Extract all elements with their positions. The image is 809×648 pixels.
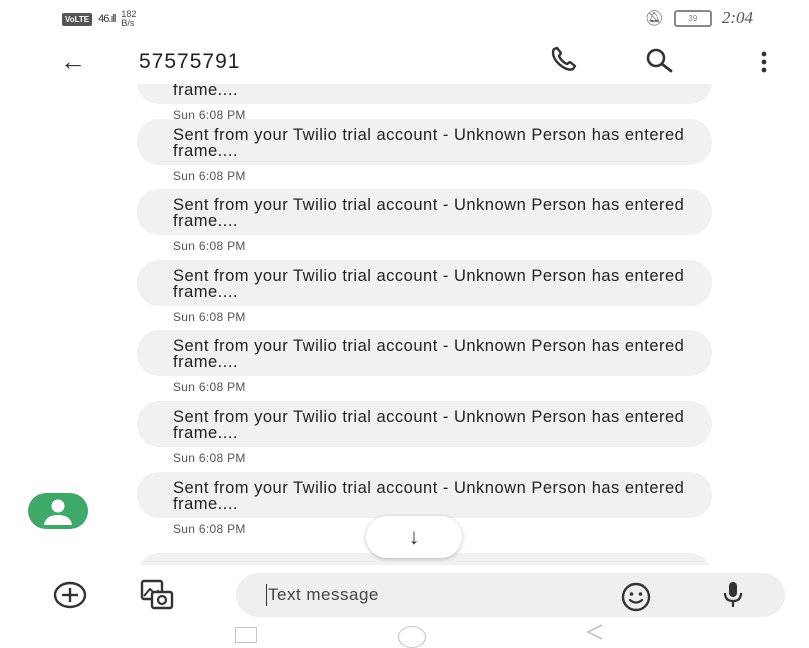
message-time: Sun 6:08 PM [173,239,246,253]
text-cursor [266,584,267,606]
status-left: VoLTE 46.ıll 182 B/s [62,10,136,28]
conversation-title: 57575791 [139,50,241,73]
message-bubble[interactable]: Sent from your Twilio trial account - Un… [137,401,712,447]
message-bubble[interactable]: frame.... [137,84,712,104]
message-item[interactable]: Sent from your Twilio trial account - Un… [137,189,712,253]
message-bubble[interactable]: Sent from your Twilio trial account - Un… [137,260,712,306]
message-bubble[interactable]: Sent from your Twilio trial account - Un… [137,189,712,235]
search-icon[interactable] [644,46,674,76]
status-bar: VoLTE 46.ıll 182 B/s 🔕︎ 39 2:04 [0,0,809,38]
back-nav-icon[interactable] [585,623,605,641]
message-input[interactable] [236,573,785,617]
arrow-left-icon[interactable]: ← [60,46,86,77]
speed-unit: B/s [121,18,135,28]
app-bar: ← 57575791 [0,38,809,84]
message-time: Sun 6:08 PM [173,451,246,465]
mic-icon[interactable] [722,579,744,611]
avatar[interactable] [28,493,88,529]
message-bubble[interactable]: Sent from your Twilio trial account - Un… [137,119,712,165]
battery-icon: 39 [673,9,712,27]
composer [0,565,809,621]
signal-icon: 46.ıll [98,13,116,25]
status-time: 2:04 [721,8,753,27]
add-circle-icon[interactable] [53,581,87,609]
conversation-list[interactable]: frame.... Sun 6:08 PM Sent from your Twi… [0,84,809,564]
message-item[interactable]: Sent from your Twilio trial account - Un… [137,260,712,324]
home-icon[interactable] [398,626,426,648]
arrow-down-icon: ↓ [408,524,420,549]
mute-icon: 🔕︎ [644,10,664,27]
phone-icon[interactable] [549,46,581,74]
gallery-camera-icon[interactable] [140,579,174,611]
message-bubble[interactable]: Sent from your Twilio trial account - Un… [137,330,712,376]
message-time: Sun 6:08 PM [173,310,246,324]
network-speed: 182 B/s [121,10,136,28]
status-right: 🔕︎ 39 2:04 [645,8,753,28]
more-vert-icon[interactable] [760,50,768,74]
system-nav-bar [0,621,809,648]
scroll-to-bottom-button[interactable]: ↓ [366,516,462,558]
person-icon [44,499,72,525]
emoji-icon[interactable] [620,581,652,613]
message-item[interactable]: Sent from your Twilio trial account - Un… [137,401,712,465]
message-item[interactable]: Sent from your Twilio trial account - Un… [137,119,712,183]
message-item[interactable]: Sent from your Twilio trial account - Un… [137,330,712,394]
message-item[interactable]: frame.... Sun 6:08 PM [137,84,712,122]
volte-badge: VoLTE [62,12,93,26]
message-time: Sun 6:08 PM [173,380,246,394]
message-bubble[interactable]: Sent from your Twilio trial account - Un… [137,472,712,518]
message-time: Sun 6:08 PM [173,169,246,183]
